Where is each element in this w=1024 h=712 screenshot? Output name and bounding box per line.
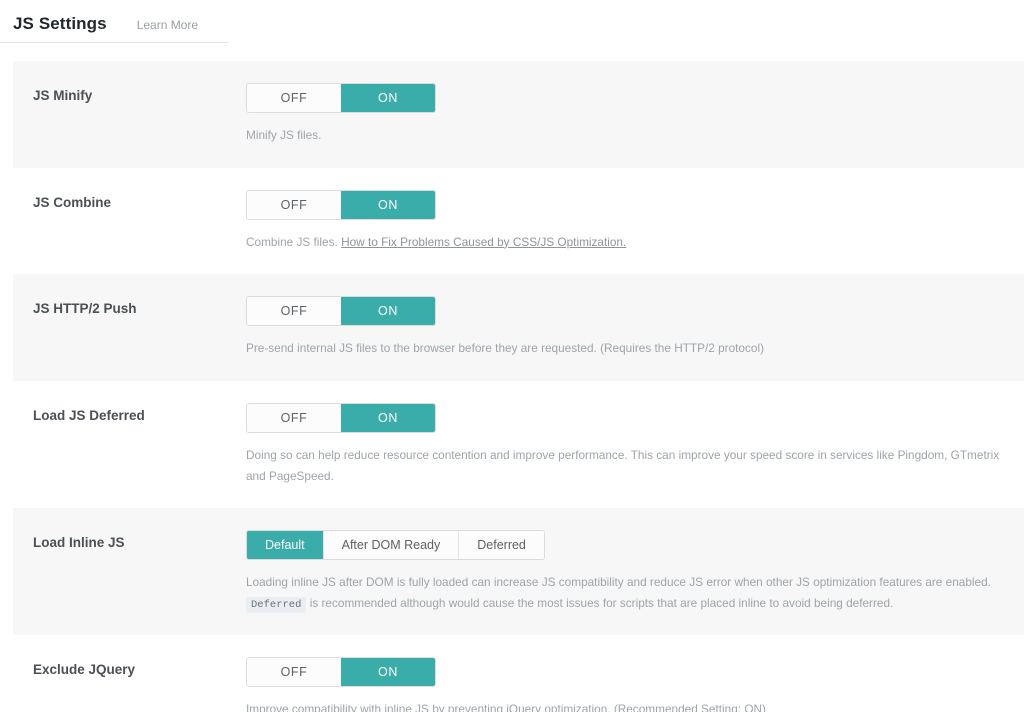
- segment-option-default[interactable]: Default: [247, 531, 323, 560]
- row-label: Exclude JQuery: [33, 662, 136, 678]
- row-label: JS Minify: [33, 88, 93, 103]
- toggle-option-off[interactable]: OFF: [247, 403, 341, 432]
- desc-text: Minify JS files.: [246, 128, 322, 142]
- row-description: Pre-send internal JS files to the browse…: [246, 338, 1006, 359]
- page-header: JS Settings Learn More: [0, 0, 228, 43]
- js-settings-page: JS Settings Learn More JS Minify OFF ON …: [0, 0, 1024, 712]
- row-description: Improve compatibility with inline JS by …: [246, 699, 1006, 712]
- row-field: OFF ON Minify JS files.: [246, 61, 1024, 168]
- row-field: OFF ON Doing so can help reduce resource…: [246, 381, 1024, 508]
- toggle-option-on[interactable]: ON: [341, 297, 435, 326]
- toggle-option-off[interactable]: OFF: [247, 190, 341, 219]
- desc-text: Pre-send internal JS files to the browse…: [246, 341, 765, 356]
- learn-more-link[interactable]: Learn More: [137, 18, 198, 32]
- toggle-option-off[interactable]: OFF: [247, 658, 341, 687]
- settings-row-js-minify: JS Minify OFF ON Minify JS files.: [13, 61, 1024, 168]
- segment-option-after-dom-ready[interactable]: After DOM Ready: [322, 531, 459, 560]
- settings-row-js-http2-push: JS HTTP/2 Push OFF ON Pre-send internal …: [13, 274, 1024, 381]
- desc-text: Loading inline JS after DOM is fully loa…: [246, 575, 991, 590]
- toggle-option-on[interactable]: ON: [341, 658, 435, 687]
- settings-row-js-combine: JS Combine OFF ON Combine JS files. How …: [13, 167, 1024, 275]
- row-description: Combine JS files. How to Fix Problems Ca…: [246, 232, 1006, 253]
- settings-row-load-inline-js: Load Inline JS Default After DOM Ready D…: [13, 508, 1024, 636]
- row-description: Doing so can help reduce resource conten…: [246, 445, 1006, 486]
- toggle-js-combine[interactable]: OFF ON: [246, 189, 436, 220]
- desc-text-suffix: is recommended although would cause the …: [306, 595, 894, 610]
- settings-table: JS Minify OFF ON Minify JS files. JS Com…: [13, 61, 1024, 712]
- row-field: Default After DOM Ready Deferred Loading…: [246, 508, 1024, 635]
- desc-text: Combine JS files.: [246, 234, 342, 249]
- segment-option-deferred[interactable]: Deferred: [458, 531, 544, 560]
- row-field: OFF ON Improve compatibility with inline…: [246, 635, 1024, 712]
- row-description: Minify JS files.: [246, 125, 1006, 146]
- settings-row-load-js-deferred: Load JS Deferred OFF ON Doing so can hel…: [13, 380, 1024, 509]
- toggle-js-http2-push[interactable]: OFF ON: [246, 296, 436, 327]
- toggle-option-on[interactable]: ON: [341, 190, 435, 219]
- row-label: JS HTTP/2 Push: [33, 301, 137, 317]
- row-description: Loading inline JS after DOM is fully loa…: [246, 572, 1006, 614]
- desc-text: Doing so can help reduce resource conten…: [246, 447, 1000, 483]
- row-field: OFF ON Pre-send internal JS files to the…: [246, 274, 1024, 381]
- toggle-js-minify[interactable]: OFF ON: [246, 83, 436, 113]
- row-label: JS Combine: [33, 194, 112, 210]
- deferred-code-badge: Deferred: [246, 596, 307, 614]
- optimization-help-link[interactable]: How to Fix Problems Caused by CSS/JS Opt…: [341, 235, 626, 249]
- row-label: Load JS Deferred: [33, 407, 145, 423]
- page-title: JS Settings: [13, 14, 107, 33]
- toggle-exclude-jquery[interactable]: OFF ON: [246, 657, 436, 688]
- segmented-control-load-inline-js[interactable]: Default After DOM Ready Deferred: [246, 530, 545, 561]
- toggle-option-on[interactable]: ON: [341, 84, 435, 112]
- row-label: Load Inline JS: [33, 535, 125, 551]
- settings-row-exclude-jquery: Exclude JQuery OFF ON Improve compatibil…: [13, 635, 1024, 712]
- toggle-load-js-deferred[interactable]: OFF ON: [246, 402, 436, 433]
- toggle-option-off[interactable]: OFF: [247, 297, 341, 326]
- row-field: OFF ON Combine JS files. How to Fix Prob…: [246, 168, 1024, 275]
- toggle-option-off[interactable]: OFF: [247, 84, 341, 112]
- toggle-option-on[interactable]: ON: [341, 403, 435, 432]
- desc-text: Improve compatibility with inline JS by …: [246, 702, 766, 712]
